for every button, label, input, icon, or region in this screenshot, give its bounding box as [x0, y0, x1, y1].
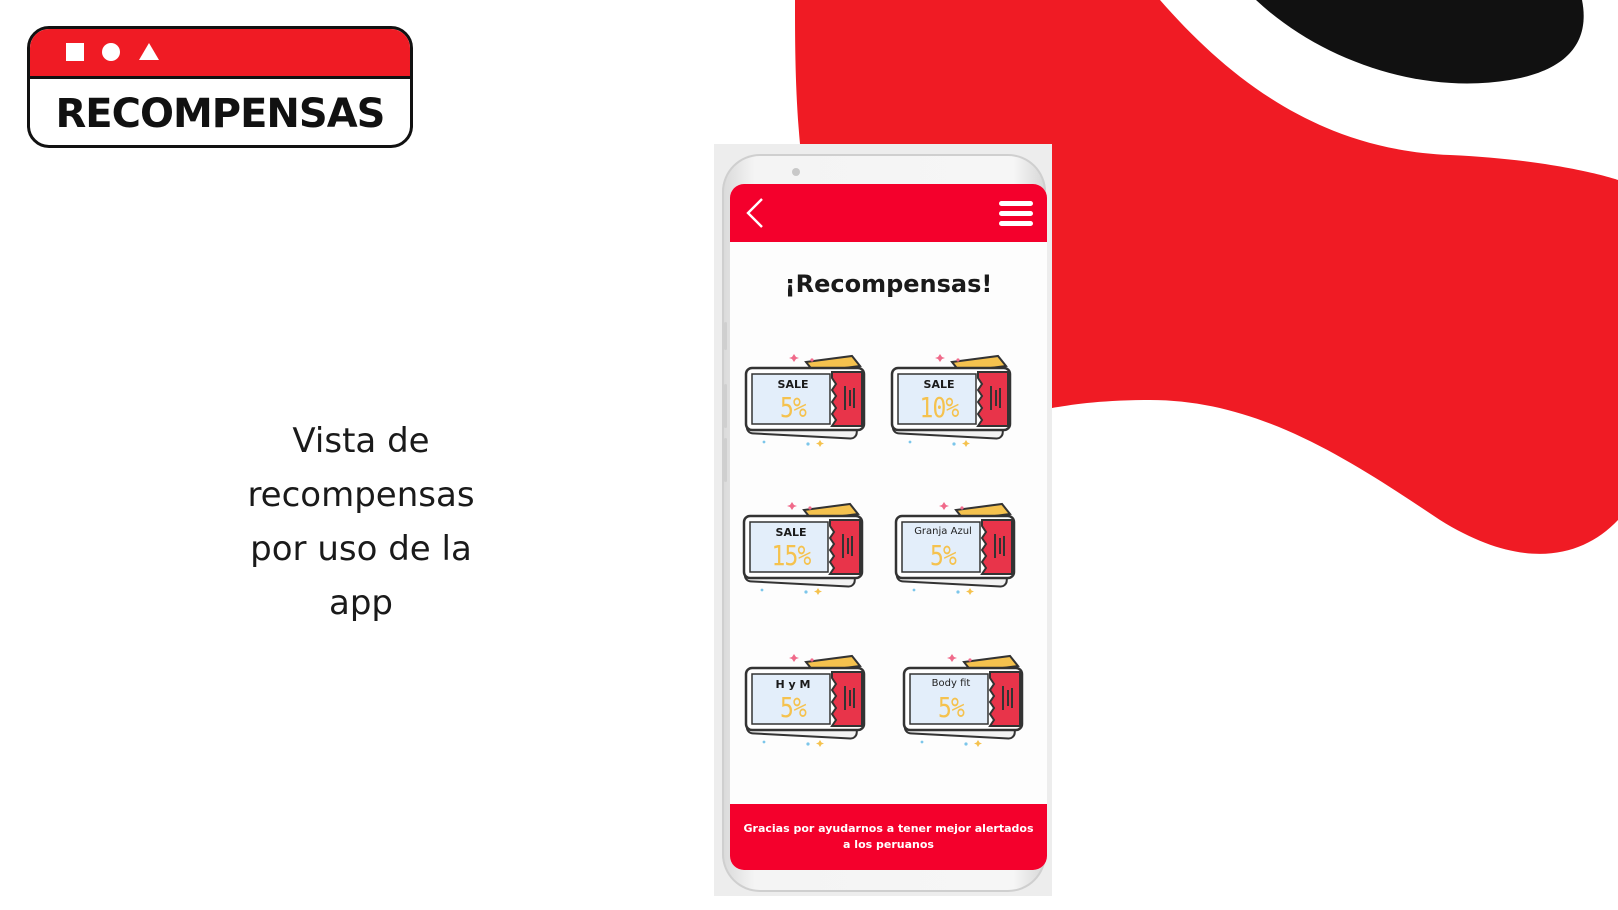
coupon-discount: 5%: [779, 391, 807, 424]
black-blob-shape: [1256, 0, 1584, 84]
coupon-label: SALE: [923, 378, 955, 391]
circle-icon: [102, 43, 120, 61]
coupon-ticket[interactable]: Granja Azul 5%: [894, 498, 1022, 598]
footer-message: Gracias por ayudarnos a tener mejor aler…: [730, 804, 1047, 870]
square-icon: [66, 43, 84, 61]
camera-icon: [792, 168, 800, 176]
title-card: RECOMPENSAS: [27, 26, 413, 148]
coupon-label: Granja Azul: [914, 526, 972, 537]
side-button: [724, 438, 727, 482]
coupon-ticket[interactable]: H y M 5%: [744, 650, 872, 750]
coupon-discount: 10%: [919, 391, 959, 424]
triangle-icon: [139, 43, 159, 60]
description-line-1: Vista de: [292, 421, 430, 461]
menu-button[interactable]: [999, 200, 1033, 228]
description-line-3: por uso de la: [250, 529, 472, 569]
screen-title: ¡Recompensas!: [784, 270, 993, 298]
coupon-ticket[interactable]: Body fit 5%: [902, 650, 1030, 750]
description-text: Vista de recompensas por uso de la app: [220, 414, 502, 630]
side-button: [724, 384, 727, 428]
coupon-discount: 15%: [771, 539, 811, 572]
chevron-left-icon: [746, 198, 763, 228]
coupon-discount: 5%: [779, 691, 807, 724]
description-line-2: recompensas: [247, 475, 475, 515]
coupon-label: SALE: [777, 378, 809, 391]
title-card-bar: [30, 29, 410, 79]
app-header: [730, 184, 1047, 242]
phone-screen: ¡Recompensas! SALE 5% SALE 10% SALE 15% Granja…: [730, 184, 1047, 870]
phone-mockup: ¡Recompensas! SALE 5% SALE 10% SALE 15% Granja…: [714, 144, 1052, 896]
coupon-ticket[interactable]: SALE 15%: [742, 498, 870, 598]
hamburger-menu-icon: [999, 201, 1033, 226]
coupon-discount: 5%: [929, 539, 957, 572]
page-title: RECOMPENSAS: [55, 91, 386, 137]
back-button[interactable]: [742, 196, 772, 230]
coupon-label: SALE: [775, 526, 807, 539]
side-button: [724, 322, 727, 350]
coupon-ticket[interactable]: SALE 10%: [890, 350, 1018, 450]
description-line-4: app: [329, 583, 393, 623]
coupon-discount: 5%: [937, 691, 965, 724]
coupon-label: H y M: [775, 678, 811, 691]
coupon-label: Body fit: [931, 678, 971, 689]
coupon-ticket[interactable]: SALE 5%: [744, 350, 872, 450]
